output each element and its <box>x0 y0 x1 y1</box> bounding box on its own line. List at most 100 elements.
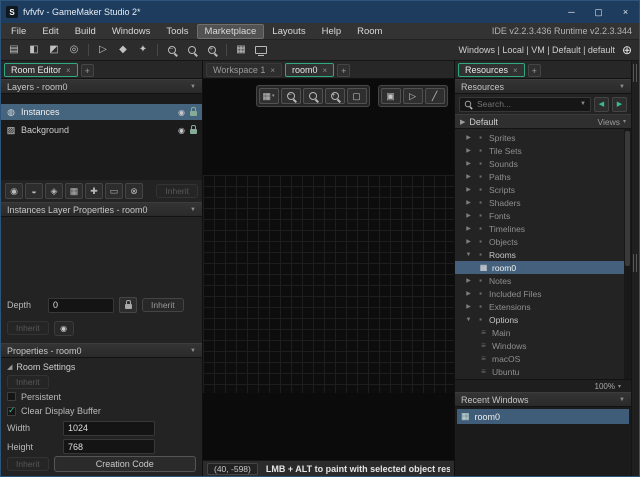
expand-caret-icon[interactable]: ▶ <box>465 225 472 232</box>
search-dropdown-icon[interactable]: ▼ <box>580 101 586 107</box>
tree-item-objects[interactable]: ▶▪Objects <box>455 235 631 248</box>
menu-item-tools[interactable]: Tools <box>158 24 196 39</box>
depth-input[interactable] <box>48 298 114 313</box>
layers-header[interactable]: Layers - room0 ▼ <box>1 79 202 94</box>
expand-caret-icon[interactable]: ▶ <box>465 290 472 297</box>
creation-code-button[interactable]: Creation Code <box>54 456 196 472</box>
menu-item-help[interactable]: Help <box>314 24 350 39</box>
new-instance-layer-button[interactable]: ◉ <box>5 183 23 199</box>
layer-visibility-icon[interactable]: ◉ <box>178 126 185 135</box>
search-input[interactable] <box>475 98 577 110</box>
layer-visibility-icon[interactable]: ◉ <box>178 108 185 117</box>
zoom-out-button[interactable] <box>163 42 181 58</box>
expand-caret-icon[interactable]: ▶ <box>465 199 472 206</box>
save-project-button[interactable]: ◩ <box>45 42 63 58</box>
expand-caret-icon[interactable]: ▶ <box>465 277 472 284</box>
new-tab-button[interactable]: + <box>81 64 94 77</box>
close-tab-icon[interactable]: × <box>513 66 518 75</box>
tree-item-extensions[interactable]: ▶▪Extensions <box>455 300 631 313</box>
room-inherit-button[interactable]: Inherit <box>7 375 49 389</box>
search-prev-button[interactable]: ◀ <box>594 97 609 112</box>
menu-item-layouts[interactable]: Layouts <box>264 24 313 39</box>
room-canvas[interactable]: ▦▾▢ ▣▷╱ <box>203 79 454 460</box>
tab-resources[interactable]: Resources × <box>458 63 525 77</box>
expand-caret-icon[interactable]: ▶ <box>465 212 472 219</box>
menu-item-marketplace[interactable]: Marketplace <box>197 24 265 39</box>
run-room-button[interactable]: ▷ <box>403 88 423 104</box>
expand-caret-icon[interactable]: ▶ <box>465 238 472 245</box>
expand-caret-icon[interactable]: ▶ <box>465 147 472 154</box>
zoom-caret-icon[interactable]: ▾ <box>618 383 621 390</box>
debug-button[interactable]: ◆ <box>114 42 132 58</box>
tree-item-shaders[interactable]: ▶▪Shaders <box>455 196 631 209</box>
panel-splitter-grip[interactable] <box>633 64 637 82</box>
minimize-button[interactable]: ─ <box>558 1 585 23</box>
new-tile-layer-button[interactable]: ▦ <box>65 183 83 199</box>
close-tab-icon[interactable]: × <box>270 66 275 75</box>
paint-mode-button[interactable]: ╱ <box>425 88 445 104</box>
build-target-label[interactable]: Windows | Local | VM | Default | default <box>459 45 615 55</box>
tree-item-macos[interactable]: ≡macOS <box>455 352 631 365</box>
target-button[interactable]: ◎ <box>65 42 83 58</box>
close-tab-icon[interactable]: × <box>66 66 71 75</box>
open-project-button[interactable]: ◧ <box>25 42 43 58</box>
zoom-in-button[interactable] <box>325 88 345 104</box>
tab-workspace-1[interactable]: Workspace 1× <box>206 63 282 77</box>
menu-item-room[interactable]: Room <box>349 24 390 39</box>
resource-tree-root[interactable]: ▶ Default Views ▾ <box>455 114 631 129</box>
resources-scrollbar-thumb[interactable] <box>625 131 630 266</box>
zoom-reset-button[interactable] <box>183 42 201 58</box>
delete-layer-button[interactable]: ⊗ <box>125 183 143 199</box>
recent-windows-header[interactable]: Recent Windows ▼ <box>455 392 631 407</box>
room-grid[interactable] <box>203 175 454 393</box>
depth-lock-button[interactable] <box>119 297 137 313</box>
tab-room0[interactable]: room0× <box>285 63 334 77</box>
maximize-button[interactable]: ▢ <box>585 1 612 23</box>
tree-item-options[interactable]: ▼▪Options <box>455 313 631 326</box>
new-tab-button[interactable]: + <box>528 64 541 77</box>
new-layer-folder-button[interactable]: ▭ <box>105 183 123 199</box>
close-tab-icon[interactable]: × <box>323 66 328 75</box>
recent-item-room0[interactable]: ▦room0 <box>457 409 629 424</box>
menu-item-build[interactable]: Build <box>67 24 104 39</box>
tree-item-included-files[interactable]: ▶▪Included Files <box>455 287 631 300</box>
grid-button[interactable]: ▦ <box>232 42 250 58</box>
new-asset-layer-button[interactable]: ◈ <box>45 183 63 199</box>
depth-inherit-button[interactable]: Inherit <box>142 298 184 312</box>
tree-item-ubuntu[interactable]: ≡Ubuntu <box>455 365 631 378</box>
zoom-reset-button[interactable] <box>303 88 323 104</box>
clean-button[interactable]: ✦ <box>134 42 152 58</box>
menu-item-edit[interactable]: Edit <box>34 24 66 39</box>
tree-item-rooms[interactable]: ▼▪Rooms <box>455 248 631 261</box>
resources-header[interactable]: Resources ▼ <box>455 79 631 94</box>
fit-view-button[interactable]: ▢ <box>347 88 367 104</box>
target-config-icon[interactable]: ⊕ <box>622 43 632 57</box>
tree-item-paths[interactable]: ▶▪Paths <box>455 170 631 183</box>
clear-display-buffer-checkbox[interactable] <box>7 407 16 416</box>
room-width-input[interactable] <box>63 421 155 436</box>
menu-item-windows[interactable]: Windows <box>104 24 159 39</box>
layer-row-background[interactable]: ▨Background◉ <box>1 122 202 138</box>
layer-lock-icon[interactable] <box>190 111 197 116</box>
tree-item-sprites[interactable]: ▶▪Sprites <box>455 131 631 144</box>
persistent-checkbox[interactable] <box>7 392 16 401</box>
expand-caret-icon[interactable]: ▶ <box>465 160 472 167</box>
room-settings-inherit-button[interactable]: Inherit <box>7 457 49 471</box>
new-path-layer-button[interactable]: ✚ <box>85 183 103 199</box>
tree-item-timelines[interactable]: ▶▪Timelines <box>455 222 631 235</box>
grid-settings-button[interactable]: ▦▾ <box>259 88 279 104</box>
search-box[interactable]: ▼ <box>459 97 591 112</box>
layer-lock-icon[interactable] <box>190 129 197 134</box>
tree-item-room0[interactable]: ▦room0 <box>455 261 631 274</box>
menu-item-file[interactable]: File <box>3 24 34 39</box>
new-background-layer-button[interactable]: ◒ <box>25 183 43 199</box>
layer-visibility-button[interactable]: ◉ <box>54 321 74 336</box>
tree-item-tile-sets[interactable]: ▶▪Tile Sets <box>455 144 631 157</box>
tree-item-scripts[interactable]: ▶▪Scripts <box>455 183 631 196</box>
expand-caret-icon[interactable]: ▶ <box>460 118 465 126</box>
layers-inherit-button[interactable]: Inherit <box>156 184 198 198</box>
room-settings-row[interactable]: ◢ Room Settings <box>7 360 196 374</box>
layer-inherit-button[interactable]: Inherit <box>7 321 49 335</box>
room-height-input[interactable] <box>63 439 155 454</box>
instances-layer-properties-header[interactable]: Instances Layer Properties - room0 ▼ <box>1 202 202 217</box>
